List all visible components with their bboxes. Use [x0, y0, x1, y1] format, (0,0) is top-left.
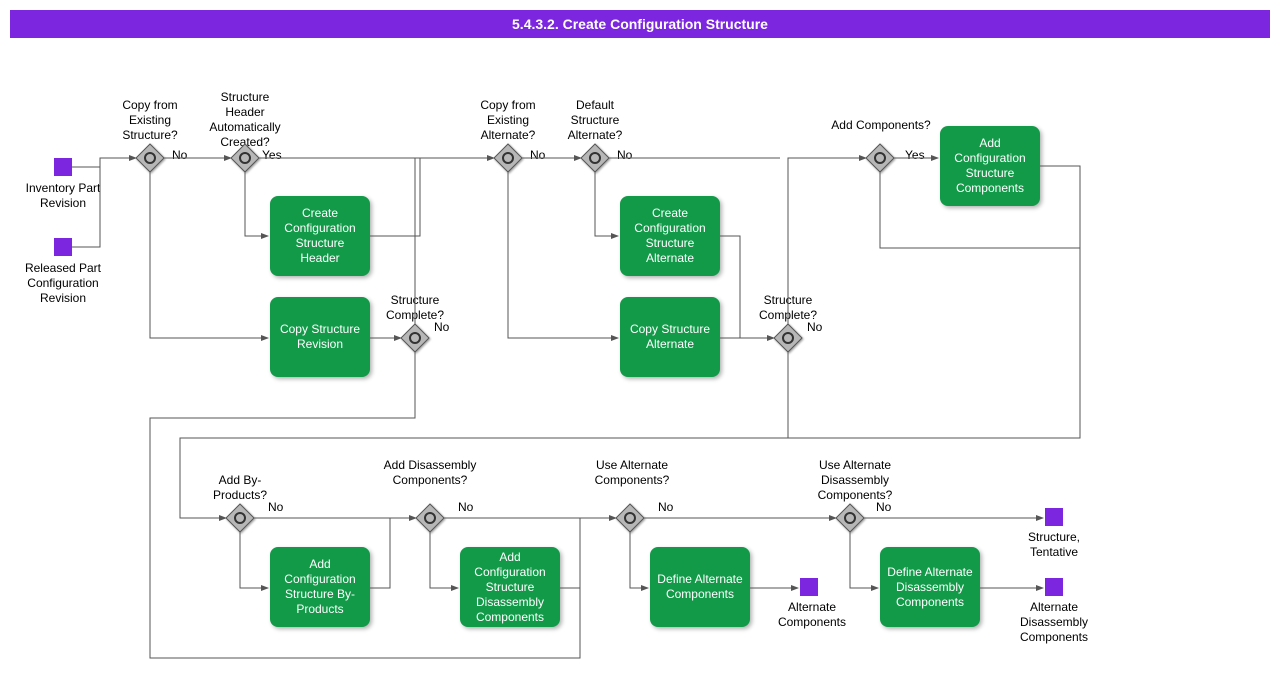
- task-create-alternate[interactable]: Create Configuration Structure Alternate: [620, 196, 720, 276]
- flow-no-g4: No: [530, 148, 545, 162]
- task-add-byproducts[interactable]: Add Configuration Structure By-Products: [270, 547, 370, 627]
- gateway-label-g5: Default Structure Alternate?: [555, 98, 635, 143]
- end-label-alt-disassembly: Alternate Disassembly Components: [1002, 600, 1106, 645]
- start-label-released: Released Part Configuration Revision: [10, 261, 116, 306]
- page-title: 5.4.3.2. Create Configuration Structure: [10, 10, 1270, 38]
- end-label-structure: Structure, Tentative: [1012, 530, 1096, 560]
- flow-no-g1: No: [172, 148, 187, 162]
- gateway-label-g3: Structure Complete?: [375, 293, 455, 323]
- task-add-disassembly[interactable]: Add Configuration Structure Disassembly …: [460, 547, 560, 627]
- start-event-inventory: [54, 158, 72, 176]
- gateway-label-g6: Structure Complete?: [748, 293, 828, 323]
- flow-no-g5: No: [617, 148, 632, 162]
- end-event-alt-disassembly: [1045, 578, 1063, 596]
- gateway-label-g4: Copy from Existing Alternate?: [468, 98, 548, 143]
- task-define-alt-disassembly[interactable]: Define Alternate Disassembly Components: [880, 547, 980, 627]
- gateway-label-g9: Add Disassembly Components?: [380, 458, 480, 488]
- task-define-alternate[interactable]: Define Alternate Components: [650, 547, 750, 627]
- gateway-g3: [401, 324, 429, 352]
- diagram-canvas: Inventory Part Revision Released Part Co…: [0, 38, 1280, 658]
- flow-no-g3: No: [434, 320, 449, 334]
- gateway-g1: [136, 144, 164, 172]
- gateway-g7: [866, 144, 894, 172]
- flow-no-g10: No: [658, 500, 673, 514]
- gateway-g9: [416, 504, 444, 532]
- gateway-label-g10: Use Alternate Components?: [582, 458, 682, 488]
- end-label-alternate: Alternate Components: [770, 600, 854, 630]
- flow-yes-g2: Yes: [262, 148, 282, 162]
- flow-no-g8: No: [268, 500, 283, 514]
- gateway-g11: [836, 504, 864, 532]
- gateway-label-g8: Add By-Products?: [200, 473, 280, 503]
- gateway-g6: [774, 324, 802, 352]
- gateway-g10: [616, 504, 644, 532]
- end-event-alternate: [800, 578, 818, 596]
- gateway-g8: [226, 504, 254, 532]
- gateway-label-g1: Copy from Existing Structure?: [110, 98, 190, 143]
- task-add-components[interactable]: Add Configuration Structure Components: [940, 126, 1040, 206]
- start-event-released: [54, 238, 72, 256]
- gateway-label-g2: Structure Header Automatically Created?: [205, 90, 285, 150]
- flow-no-g9: No: [458, 500, 473, 514]
- gateway-g4: [494, 144, 522, 172]
- flow-no-g11: No: [876, 500, 891, 514]
- gateway-label-g11: Use Alternate Disassembly Components?: [800, 458, 910, 503]
- flow-yes-g7: Yes: [905, 148, 925, 162]
- task-copy-structure-alternate[interactable]: Copy Structure Alternate: [620, 297, 720, 377]
- gateway-label-g7: Add Components?: [831, 118, 931, 133]
- gateway-g5: [581, 144, 609, 172]
- start-label-inventory: Inventory Part Revision: [18, 181, 108, 211]
- end-event-structure: [1045, 508, 1063, 526]
- task-create-header[interactable]: Create Configuration Structure Header: [270, 196, 370, 276]
- flow-no-g6: No: [807, 320, 822, 334]
- task-copy-structure-revision[interactable]: Copy Structure Revision: [270, 297, 370, 377]
